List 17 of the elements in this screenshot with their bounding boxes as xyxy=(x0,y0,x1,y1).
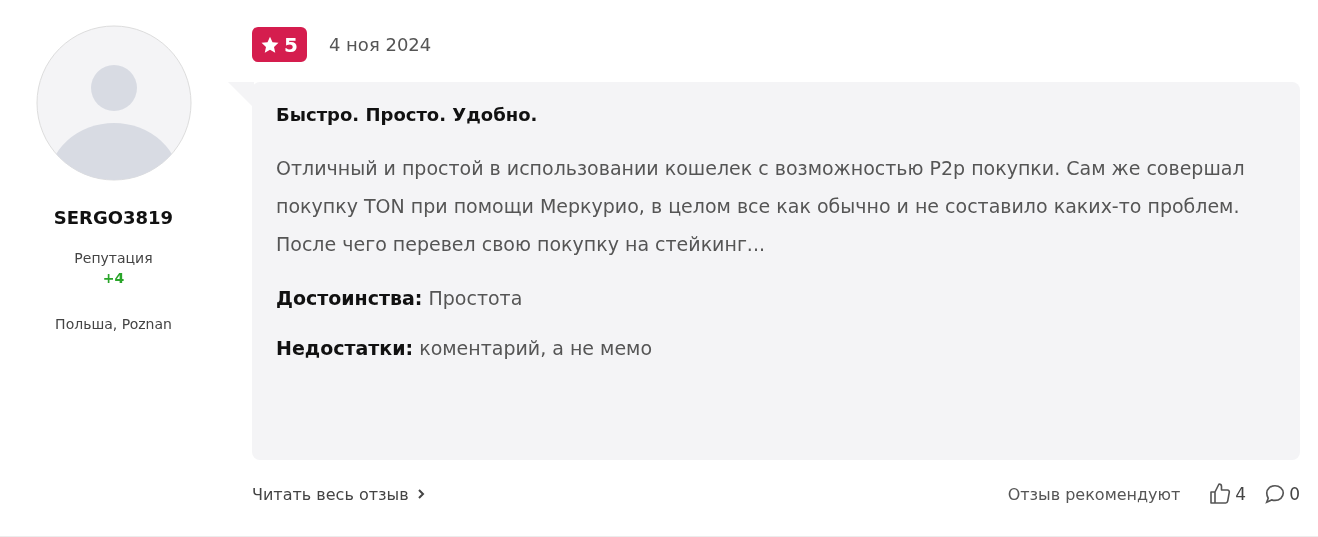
review-date: 4 ноя 2024 xyxy=(328,34,432,55)
review-title: Быстро. Просто. Удобно. xyxy=(276,104,539,125)
pros-text: Достоинства: Простота xyxy=(276,287,524,309)
recommend-label: Отзыв рекомендуют xyxy=(1007,484,1181,504)
comment-button[interactable]: 0 xyxy=(1264,483,1300,505)
rating-badge: 5 xyxy=(252,27,307,62)
cons-text: Недостатки: коментарий, а не мемо xyxy=(276,337,654,359)
reputation-value: +4 xyxy=(102,270,125,286)
review-text: Отличный и простой в использовании кошелек с возможностью P2p покупки. Сам же совершал покупку TON при помощи Меркурио, в целом все как обычно и не составило каких-то проблем. После чего перевел свою покупку на стейкинг... xyxy=(276,156,1246,257)
like-button[interactable]: 4 xyxy=(1208,482,1247,506)
read-more-link[interactable]: Читать весь отзыв xyxy=(252,484,425,504)
chevron-right-icon xyxy=(416,488,425,500)
username: SERGO3819 xyxy=(53,207,174,228)
thumbs-up-icon xyxy=(1208,482,1233,506)
reputation-label: Репутация xyxy=(74,250,153,266)
location: Польша, Poznan xyxy=(55,316,172,332)
comment-icon xyxy=(1264,483,1287,505)
